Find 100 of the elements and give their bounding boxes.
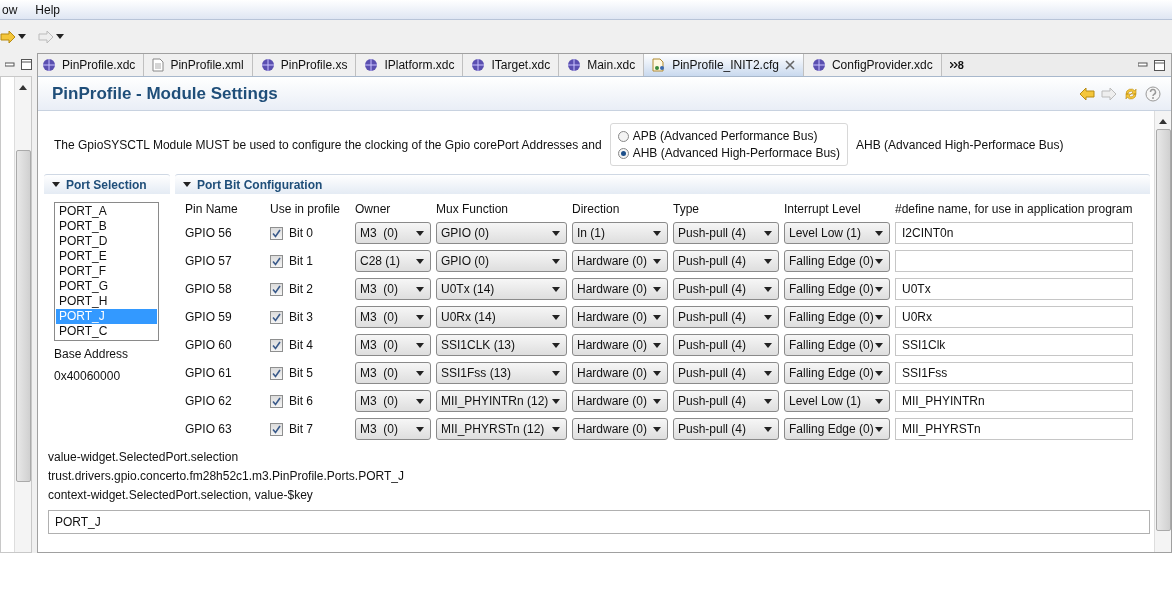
owner-dropdown[interactable]: M3 (0): [355, 362, 431, 384]
port-list-item[interactable]: PORT_E: [56, 249, 157, 264]
owner-dropdown[interactable]: M3 (0): [355, 222, 431, 244]
key-field[interactable]: PORT_J: [48, 510, 1150, 534]
editor-tab[interactable]: IPlatform.xdc: [356, 54, 464, 76]
type-dropdown[interactable]: Push-pull (4): [673, 222, 779, 244]
scroll-up-icon[interactable]: [19, 85, 27, 90]
direction-dropdown[interactable]: Hardware (0): [572, 334, 668, 356]
editor-tab[interactable]: PinProfile.xml: [144, 54, 253, 76]
interrupt-dropdown[interactable]: Falling Edge (0): [784, 306, 890, 328]
checkbox[interactable]: [270, 282, 283, 296]
editor-tab[interactable]: PinProfile_INIT2.cfg: [644, 54, 804, 76]
checkbox[interactable]: [270, 254, 283, 268]
section-header[interactable]: Port Bit Configuration: [175, 174, 1150, 194]
menu-item[interactable]: Help: [33, 2, 63, 17]
editor-tab[interactable]: Main.xdc: [559, 54, 645, 76]
port-list-item[interactable]: PORT_H: [56, 294, 157, 309]
interrupt-dropdown[interactable]: Falling Edge (0): [784, 278, 890, 300]
radio-option[interactable]: AHB (Advanced High-Performace Bus): [617, 146, 841, 160]
maximize-icon[interactable]: [1154, 59, 1165, 71]
port-list-item[interactable]: PORT_G: [56, 279, 157, 294]
minimize-icon[interactable]: [5, 59, 15, 70]
direction-dropdown[interactable]: In (1): [572, 222, 668, 244]
owner-dropdown[interactable]: M3 (0): [355, 278, 431, 300]
checkbox[interactable]: [270, 226, 283, 240]
define-name-field[interactable]: SSI1Fss: [895, 362, 1133, 384]
radio-button[interactable]: [617, 130, 629, 142]
help-icon[interactable]: [1145, 85, 1161, 102]
mux-dropdown[interactable]: MII_PHYINTRn (12): [436, 390, 567, 412]
scrollbar[interactable]: [14, 77, 31, 552]
checkbox[interactable]: [270, 394, 283, 408]
type-dropdown[interactable]: Push-pull (4): [673, 362, 779, 384]
type-dropdown[interactable]: Push-pull (4): [673, 278, 779, 300]
mux-dropdown[interactable]: MII_PHYRSTn (12): [436, 418, 567, 440]
checkbox[interactable]: [270, 422, 283, 436]
interrupt-dropdown[interactable]: Falling Edge (0): [784, 362, 890, 384]
define-name-field[interactable]: MII_PHYRSTn: [895, 418, 1133, 440]
interrupt-dropdown[interactable]: Falling Edge (0): [784, 250, 890, 272]
define-name-field[interactable]: I2CINT0n: [895, 222, 1133, 244]
port-list-item[interactable]: PORT_F: [56, 264, 157, 279]
port-list-item[interactable]: PORT_A: [56, 204, 157, 219]
section-header[interactable]: Port Selection: [44, 174, 170, 194]
tab-overflow-button[interactable]: 8: [941, 54, 972, 76]
mux-dropdown[interactable]: SSI1Fss (13): [436, 362, 567, 384]
radio-option[interactable]: APB (Advanced Performance Bus): [617, 129, 841, 143]
menu-item[interactable]: ow: [0, 2, 20, 17]
owner-dropdown[interactable]: M3 (0): [355, 390, 431, 412]
close-icon[interactable]: [784, 60, 795, 70]
owner-dropdown[interactable]: C28 (1): [355, 250, 431, 272]
radio-button[interactable]: [617, 147, 629, 159]
direction-dropdown[interactable]: Hardware (0): [572, 390, 668, 412]
define-name-field[interactable]: U0Rx: [895, 306, 1133, 328]
back-arrow-icon[interactable]: [1079, 86, 1095, 101]
mux-dropdown[interactable]: U0Rx (14): [436, 306, 567, 328]
forward-arrow-icon[interactable]: [0, 29, 16, 44]
interrupt-dropdown[interactable]: Level Low (1): [784, 222, 890, 244]
type-dropdown[interactable]: Push-pull (4): [673, 306, 779, 328]
type-dropdown[interactable]: Push-pull (4): [673, 334, 779, 356]
editor-tab[interactable]: ITarget.xdc: [463, 54, 560, 76]
dropdown-caret-icon: [875, 342, 883, 348]
owner-dropdown[interactable]: M3 (0): [355, 306, 431, 328]
owner-dropdown[interactable]: M3 (0): [355, 418, 431, 440]
minimize-icon[interactable]: [1138, 60, 1148, 70]
direction-dropdown[interactable]: Hardware (0): [572, 250, 668, 272]
checkbox[interactable]: [270, 366, 283, 380]
mux-dropdown[interactable]: U0Tx (14): [436, 278, 567, 300]
direction-dropdown[interactable]: Hardware (0): [572, 362, 668, 384]
checkbox[interactable]: [270, 338, 283, 352]
direction-dropdown[interactable]: Hardware (0): [572, 278, 668, 300]
owner-dropdown[interactable]: M3 (0): [355, 334, 431, 356]
direction-dropdown[interactable]: Hardware (0): [572, 418, 668, 440]
type-dropdown[interactable]: Push-pull (4): [673, 250, 779, 272]
interrupt-dropdown[interactable]: Falling Edge (0): [784, 334, 890, 356]
maximize-icon[interactable]: [21, 59, 32, 70]
direction-dropdown[interactable]: Hardware (0): [572, 306, 668, 328]
mux-dropdown[interactable]: GPIO (0): [436, 250, 567, 272]
define-name-field[interactable]: SSI1Clk: [895, 334, 1133, 356]
checkbox[interactable]: [270, 310, 283, 324]
dropdown-caret-icon: [764, 258, 772, 264]
dropdown-caret-icon: [875, 230, 883, 236]
editor-tab[interactable]: ConfigProvider.xdc: [803, 54, 942, 76]
editor-tab[interactable]: PinProfile.xs: [252, 54, 357, 76]
editor-tab[interactable]: PinProfile.xdc: [38, 54, 145, 76]
port-list-item[interactable]: PORT_D: [56, 234, 157, 249]
define-name-field[interactable]: U0Tx: [895, 278, 1133, 300]
type-dropdown[interactable]: Push-pull (4): [673, 390, 779, 412]
mux-dropdown[interactable]: SSI1CLK (13): [436, 334, 567, 356]
dropdown-caret-icon: [56, 34, 64, 39]
scrollbar[interactable]: [1154, 111, 1171, 552]
config-file-icon: [652, 58, 667, 72]
define-name-field[interactable]: [895, 250, 1133, 272]
port-list-item[interactable]: PORT_C: [56, 324, 157, 339]
interrupt-dropdown[interactable]: Falling Edge (0): [784, 418, 890, 440]
type-dropdown[interactable]: Push-pull (4): [673, 418, 779, 440]
interrupt-dropdown[interactable]: Level Low (1): [784, 390, 890, 412]
port-list-item[interactable]: PORT_B: [56, 219, 157, 234]
define-name-field[interactable]: MII_PHYINTRn: [895, 390, 1133, 412]
scroll-up-icon[interactable]: [1159, 119, 1167, 124]
dropdown-caret-icon: [52, 182, 60, 187]
mux-dropdown[interactable]: GPIO (0): [436, 222, 567, 244]
